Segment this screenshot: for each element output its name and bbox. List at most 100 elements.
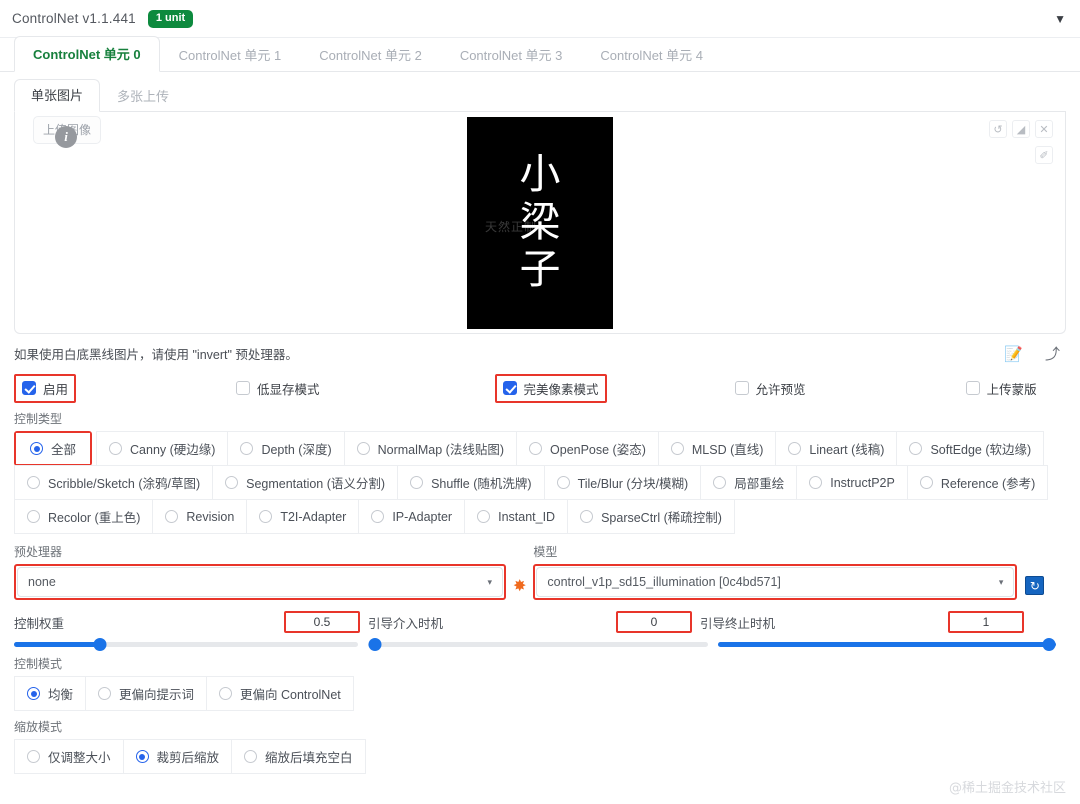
checkbox-allow-preview[interactable]: 允许预览 [734,379,806,398]
radio-control-type-lineart[interactable]: Lineart (线稿) [775,431,898,466]
model-highlight: control_v1p_sd15_illumination [0c4bd571]… [533,564,1018,600]
radio-canny-dot[interactable] [109,442,123,455]
arrow-return-icon[interactable]: ⤴ [1045,343,1060,364]
chevron-down-icon[interactable]: ▼ [1054,12,1066,26]
refresh-icon[interactable]: ↻ [1025,576,1045,595]
radio-control-type-softedge[interactable]: SoftEdge (软边缘) [896,431,1045,466]
weight-slider-knob[interactable] [93,638,107,651]
radio-tileblur-dot[interactable] [556,476,570,489]
tab-controlnet-unit-3[interactable]: ControlNet 单元 3 [441,37,582,72]
weight-slider[interactable] [14,638,358,651]
tab-controlnet-unit-1[interactable]: ControlNet 单元 1 [160,37,301,72]
radio-control-type-canny[interactable]: Canny (硬边缘) [96,431,229,466]
image-drop-area[interactable]: 上传图像 i 小 梁 子 天然正制 ↺ ◢ ✕ ✐ [14,112,1066,334]
tab-batch-upload[interactable]: 多张上传 [100,80,186,112]
checkbox-lowvram[interactable]: 低显存模式 [236,379,320,398]
control-type-group: 全部 Canny (硬边缘) Depth (深度) NormalMap (法线贴… [14,431,1066,534]
image-preview[interactable]: 小 梁 子 天然正制 [467,116,613,329]
radio-control-type-reference[interactable]: Reference (参考) [906,465,1049,500]
radio-control-type-shuffle[interactable]: Shuffle (随机洗牌) [397,465,545,500]
radio-resize-just-resize[interactable]: 仅调整大小 [14,739,124,774]
radio-resize-and-fill[interactable]: 缩放后填充空白 [231,739,366,774]
radio-revision-dot[interactable] [165,510,179,523]
radio-mode-controlnet[interactable]: 更偏向 ControlNet [206,676,354,711]
radio-segmentation-dot[interactable] [225,476,239,489]
checkbox-lowvram-box[interactable] [236,381,251,395]
radio-controlnet-dot[interactable] [219,687,233,700]
eraser-icon[interactable]: ◢ [1012,120,1030,138]
chevron-down-icon[interactable]: ▾ [487,577,492,588]
checkbox-allow-preview-box[interactable] [734,381,749,395]
radio-control-type-normalmap[interactable]: NormalMap (法线贴图) [343,431,518,466]
radio-crop-and-resize-dot[interactable] [135,750,149,763]
checkbox-enable-box[interactable] [22,381,36,395]
radio-control-type-instant-id[interactable]: Instant_ID [464,499,569,534]
guidance-end-slider[interactable] [718,638,1056,651]
guidance-start-slider[interactable] [368,638,708,651]
radio-mlsd-dot[interactable] [670,442,684,455]
guidance-end-value[interactable]: 1 [948,611,1024,633]
tab-controlnet-unit-2[interactable]: ControlNet 单元 2 [300,37,441,72]
radio-control-type-mlsd[interactable]: MLSD (直线) [657,431,777,466]
radio-control-type-t2i-adapter[interactable]: T2I-Adapter [246,499,360,534]
checkbox-upload-mask[interactable]: 上传蒙版 [965,379,1037,398]
radio-depth-dot[interactable] [240,442,254,455]
radio-balanced-dot[interactable] [27,687,40,700]
radio-control-type-depth[interactable]: Depth (深度) [227,431,345,466]
weight-value[interactable]: 0.5 [284,611,360,633]
radio-resize-crop-and-resize[interactable]: 裁剪后缩放 [122,739,233,774]
radio-control-type-recolor[interactable]: Recolor (重上色) [14,499,154,534]
chevron-down-icon[interactable]: ▾ [999,577,1004,588]
guidance-start-value[interactable]: 0 [616,611,692,633]
guidance-start-knob[interactable] [368,638,382,651]
radio-t2i-adapter-dot[interactable] [259,510,273,523]
radio-scribble-dot[interactable] [27,476,40,489]
guidance-end-knob[interactable] [1042,638,1056,651]
radio-control-type-all[interactable]: 全部 [16,433,91,464]
tab-controlnet-unit-0[interactable]: ControlNet 单元 0 [14,36,160,72]
radio-instructp2p-dot[interactable] [809,476,823,489]
radio-control-type-scribble[interactable]: Scribble/Sketch (涂鸦/草图) [14,465,214,500]
checkbox-upload-mask-box[interactable] [965,381,980,395]
checkbox-enable[interactable]: 启用 [22,379,68,398]
preview-char-3: 子 [519,245,561,294]
radio-control-type-openpose[interactable]: OpenPose (姿态) [516,431,659,466]
tab-controlnet-unit-4[interactable]: ControlNet 单元 4 [581,37,722,72]
preprocessor-select[interactable]: none ▾ [17,567,503,597]
model-select[interactable]: control_v1p_sd15_illumination [0c4bd571]… [536,567,1015,597]
radio-lineart-dot[interactable] [788,442,802,455]
checkbox-pixel-perfect-box[interactable] [502,381,517,395]
radio-sparsectrl-dot[interactable] [580,510,594,523]
close-icon[interactable]: ✕ [1035,120,1053,138]
radio-normalmap-dot[interactable] [356,442,370,455]
radio-ip-adapter-dot[interactable] [371,510,385,523]
accordion-header[interactable]: ControlNet v1.1.441 1 unit ▼ [0,0,1080,38]
radio-all-dot[interactable] [30,442,43,455]
radio-softedge-dot[interactable] [909,442,923,455]
radio-mode-prompt[interactable]: 更偏向提示词 [85,676,208,711]
radio-control-type-instructp2p[interactable]: InstructP2P [796,465,908,500]
radio-mode-balanced[interactable]: 均衡 [14,676,87,711]
radio-inpaint-dot[interactable] [713,476,727,489]
radio-control-type-sparsectrl[interactable]: SparseCtrl (稀疏控制) [567,499,735,534]
radio-control-type-tileblur[interactable]: Tile/Blur (分块/模糊) [543,465,702,500]
radio-reference-dot[interactable] [919,476,933,489]
radio-control-type-segmentation[interactable]: Segmentation (语义分割) [212,465,399,500]
tab-single-image[interactable]: 单张图片 [14,79,101,112]
radio-recolor-dot[interactable] [27,510,40,523]
explosion-icon[interactable]: ✸ [513,576,526,596]
radio-control-type-inpaint[interactable]: 局部重绘 [700,465,798,500]
radio-ip-adapter-label: IP-Adapter [392,509,453,524]
radio-shuffle-dot[interactable] [410,476,424,489]
radio-control-type-ip-adapter[interactable]: IP-Adapter [358,499,466,534]
radio-instant-id-dot[interactable] [477,510,491,523]
edit-note-icon[interactable]: 📝 [1004,345,1023,363]
checkbox-pixel-perfect[interactable]: 完美像素模式 [502,379,599,398]
radio-prompt-dot[interactable] [98,687,112,700]
radio-control-type-revision[interactable]: Revision [152,499,248,534]
radio-openpose-dot[interactable] [529,442,543,455]
radio-resize-and-fill-dot[interactable] [244,750,258,763]
undo-icon[interactable]: ↺ [989,120,1007,138]
radio-just-resize-dot[interactable] [27,750,40,763]
pen-icon[interactable]: ✐ [1035,146,1053,164]
